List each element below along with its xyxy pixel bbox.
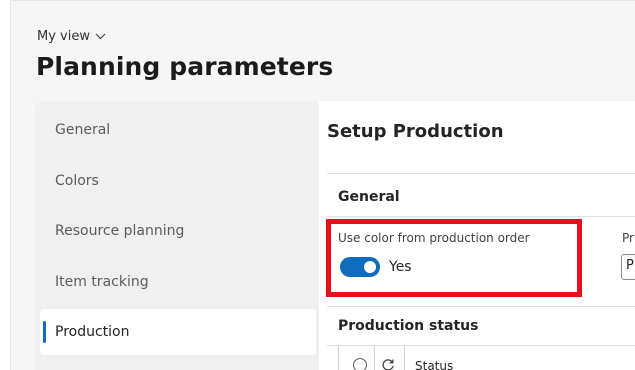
grid-separator: [404, 346, 405, 370]
sidebar-item-colors[interactable]: Colors: [40, 158, 316, 204]
page-title: Planning parameters: [36, 52, 334, 81]
section-title: Setup Production: [327, 121, 504, 142]
sidebar-item-label: Production: [55, 324, 130, 340]
refresh-icon[interactable]: [381, 358, 395, 370]
sidebar-item-resource-planning[interactable]: Resource planning: [40, 208, 316, 254]
sidebar-item-label: Item tracking: [55, 274, 149, 290]
sidebar-item-label: Colors: [55, 173, 99, 189]
highlight-box: [326, 219, 582, 297]
grid-separator: [338, 346, 339, 370]
sidebar-item-label: General: [55, 122, 111, 138]
grid-header-row: Status: [338, 346, 635, 370]
second-field-label: Pr: [622, 231, 634, 245]
divider: [327, 173, 635, 174]
production-status-header[interactable]: Production status: [338, 318, 479, 334]
grid-separator: [374, 346, 375, 370]
divider: [327, 216, 635, 217]
sidebar: General Colors Resource planning Item tr…: [35, 101, 319, 370]
sidebar-item-item-tracking[interactable]: Item tracking: [40, 259, 316, 305]
active-indicator: [43, 321, 46, 343]
column-header-status[interactable]: Status: [415, 359, 453, 370]
sidebar-item-production[interactable]: Production: [40, 309, 316, 355]
general-group-header[interactable]: General: [338, 189, 400, 205]
sidebar-item-label: Resource planning: [55, 223, 185, 239]
chevron-down-icon: [95, 33, 106, 40]
divider: [327, 306, 635, 307]
second-field-input[interactable]: P: [621, 254, 635, 280]
my-view-selector[interactable]: My view: [37, 29, 106, 44]
radio-icon[interactable]: [353, 358, 367, 370]
my-view-label: My view: [37, 29, 90, 44]
sidebar-item-general[interactable]: General: [40, 107, 316, 153]
